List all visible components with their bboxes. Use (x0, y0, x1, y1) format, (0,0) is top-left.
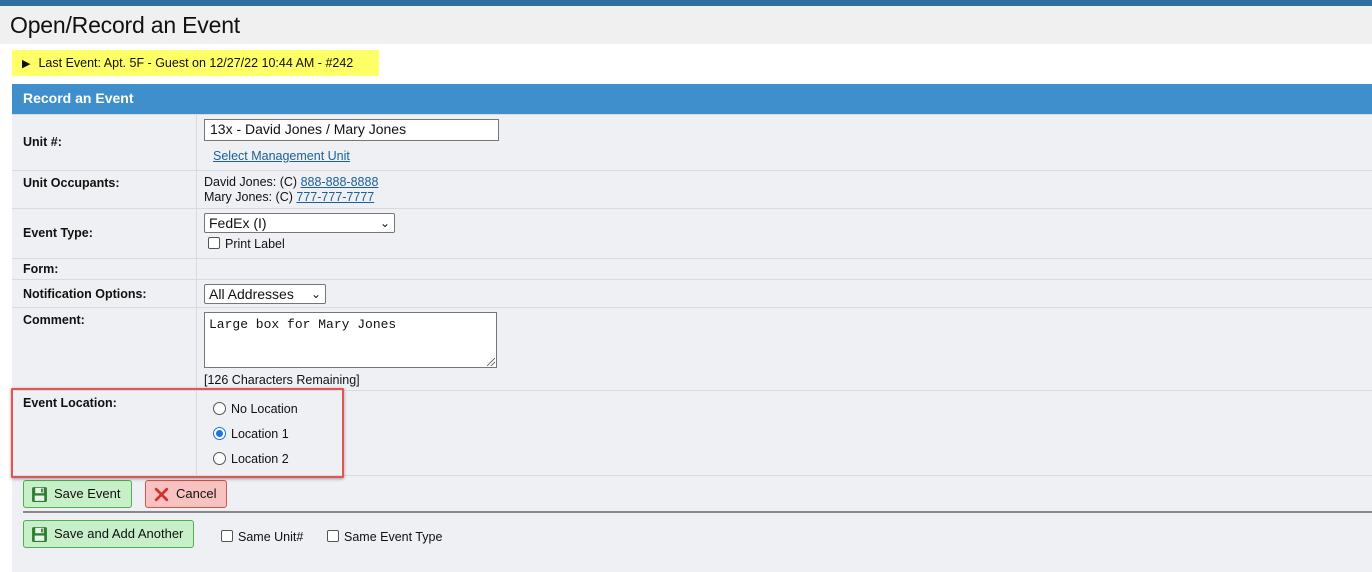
event-type-label: Event Type: (23, 226, 93, 240)
annotation-highlight-box (11, 388, 344, 478)
occupant-item: Mary Jones: (C) 777-777-7777 (204, 190, 378, 205)
floppy-disk-icon (32, 487, 47, 502)
save-event-label: Save Event (54, 486, 121, 501)
floppy-disk-icon (32, 527, 47, 542)
comment-text: Large box for Mary Jones (209, 317, 397, 332)
notification-label: Notification Options: (23, 287, 147, 301)
panel-header: Record an Event (12, 84, 1372, 114)
resize-handle-icon[interactable] (487, 358, 495, 366)
form-row (12, 258, 1372, 279)
occupant-phone-link[interactable]: 888-888-8888 (301, 175, 379, 189)
cancel-button[interactable]: Cancel (145, 480, 228, 508)
save-event-button[interactable]: Save Event (23, 480, 132, 508)
same-event-type-checkbox[interactable] (327, 530, 339, 542)
x-icon (154, 487, 169, 502)
occupant-name: David Jones: (C) (204, 175, 301, 189)
same-unit-label: Same Unit# (238, 530, 304, 544)
title-bar: Open/Record an Event (0, 6, 1372, 44)
print-label-text: Print Label (225, 237, 285, 251)
chevron-down-icon: ⌄ (310, 287, 321, 301)
notification-selected: All Addresses (209, 286, 294, 302)
characters-remaining: [126 Characters Remaining] (204, 373, 360, 387)
event-type-select[interactable]: FedEx (I) ⌄ (204, 213, 395, 233)
event-type-selected: FedEx (I) (209, 215, 267, 231)
notification-select[interactable]: All Addresses ⌄ (204, 284, 326, 304)
save-and-add-another-button[interactable]: Save and Add Another (23, 520, 195, 548)
occupants-list: David Jones: (C) 888-888-8888 Mary Jones… (204, 175, 378, 205)
unit-input[interactable]: 13x - David Jones / Mary Jones (204, 119, 499, 141)
same-event-type-option[interactable]: Same Event Type (327, 530, 442, 544)
last-event-text: Last Event: Apt. 5F - Guest on 12/27/22 … (38, 56, 354, 70)
form-label: Form: (23, 262, 59, 276)
comment-textarea[interactable]: Large box for Mary Jones (204, 312, 497, 368)
same-event-type-label: Same Event Type (344, 530, 443, 544)
save-and-add-another-label: Save and Add Another (54, 526, 184, 541)
occupant-name: Mary Jones: (C) (204, 190, 297, 204)
occupants-label: Unit Occupants: (23, 176, 120, 190)
triangle-right-icon: ▶ (22, 58, 31, 70)
print-label-option[interactable]: Print Label (208, 237, 285, 251)
unit-label: Unit #: (23, 135, 62, 149)
chevron-down-icon: ⌄ (379, 216, 390, 230)
print-label-checkbox[interactable] (208, 237, 220, 249)
occupant-phone-link[interactable]: 777-777-7777 (296, 190, 374, 204)
occupant-item: David Jones: (C) 888-888-8888 (204, 175, 378, 190)
page-title: Open/Record an Event (10, 12, 240, 38)
select-management-unit-link[interactable]: Select Management Unit (213, 149, 350, 163)
same-unit-option[interactable]: Same Unit# (221, 530, 303, 544)
section-divider (23, 511, 1372, 513)
comment-label: Comment: (23, 313, 85, 327)
last-event-toggle[interactable]: ▶ Last Event: Apt. 5F - Guest on 12/27/22… (12, 50, 379, 76)
cancel-label: Cancel (176, 486, 217, 501)
same-unit-checkbox[interactable] (221, 530, 233, 542)
